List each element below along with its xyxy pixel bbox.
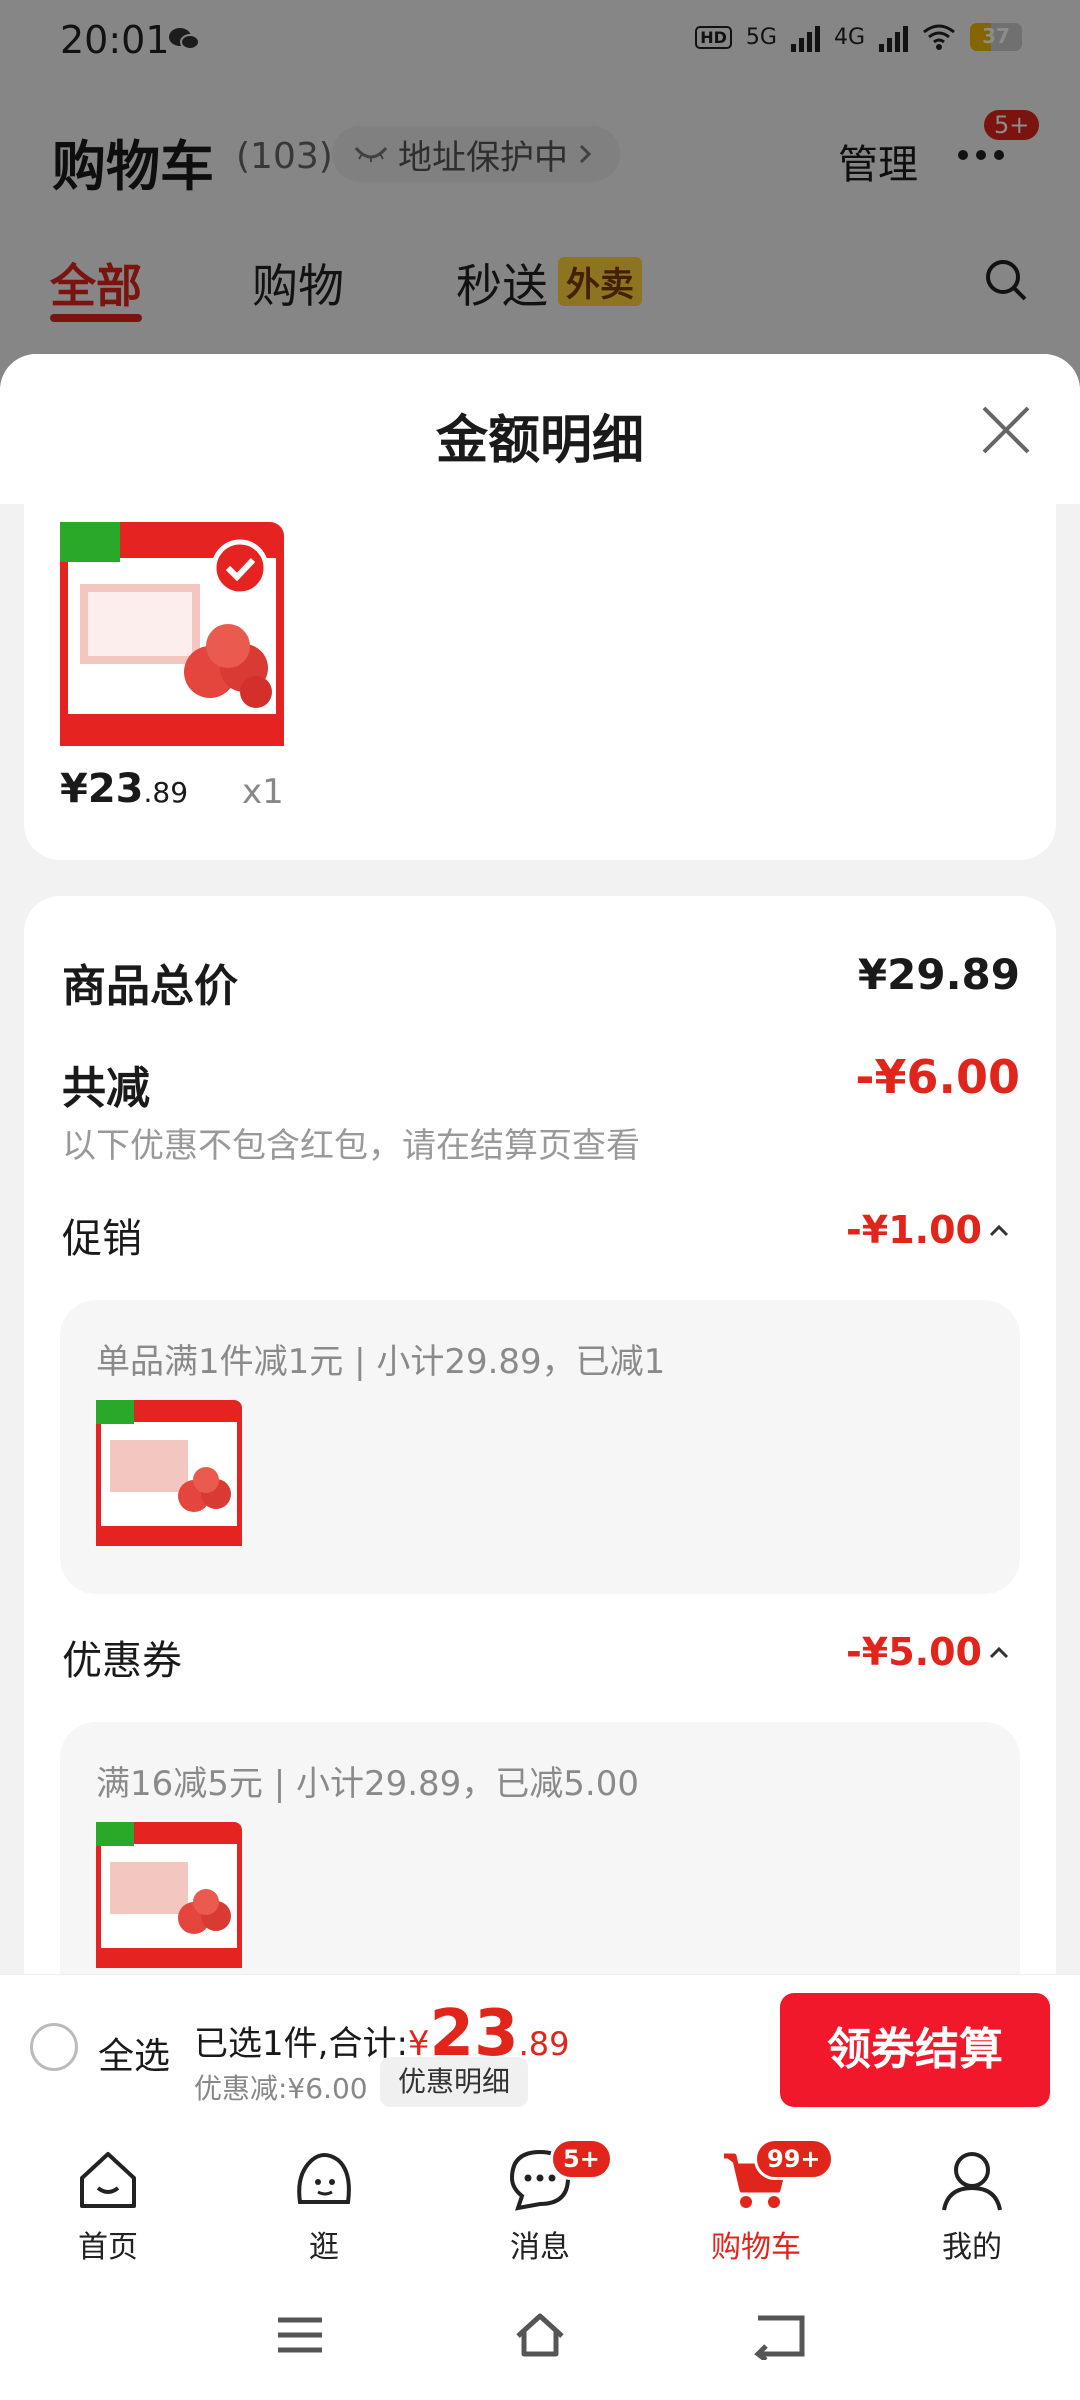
tab-profile[interactable]: 我的: [902, 2144, 1042, 2266]
coupon-detail-text: 满16减5元 | 小计29.89，已减5.00: [96, 1764, 640, 1804]
reduce-value: -¥6.00: [855, 1050, 1020, 1104]
messages-badge: 5+: [550, 2138, 613, 2180]
product-price: ¥23.89: [60, 766, 189, 812]
tab-browse[interactable]: 逛: [254, 2144, 394, 2266]
discount-note: 以下优惠不包含红包，请在结算页查看: [62, 1126, 640, 1166]
promo-label: 促销: [62, 1216, 142, 1262]
checkout-button[interactable]: 领券结算: [780, 1993, 1050, 2107]
total-value: ¥29.89: [857, 950, 1020, 999]
product-thumb[interactable]: [96, 1822, 242, 1968]
profile-icon: [942, 2152, 1002, 2211]
back-icon[interactable]: [752, 2310, 808, 2360]
chevron-up-icon: [989, 1224, 1009, 1237]
promo-detail-box: 单品满1件减1元 | 小计29.89，已减1: [60, 1300, 1020, 1594]
discount-summary: 优惠减:¥6.00: [194, 2072, 368, 2105]
browse-icon: [297, 2153, 351, 2204]
select-all-radio[interactable]: [30, 2023, 78, 2071]
menu-icon[interactable]: [272, 2310, 328, 2360]
amount-detail-sheet: 金额明细 ¥23.89 x1 商品总价 ¥29.89 共减 -¥6.00 以下优…: [0, 354, 1080, 1974]
coupon-label: 优惠券: [62, 1638, 182, 1684]
chevron-up-icon: [989, 1646, 1009, 1659]
cart-badge: 99+: [754, 2138, 834, 2180]
reduce-label: 共减: [62, 1063, 150, 1114]
product-thumb[interactable]: [96, 1400, 242, 1546]
coupon-value: -¥5.00: [846, 1630, 982, 1674]
product-qty: x1: [242, 772, 284, 812]
select-all-label[interactable]: 全选: [98, 2027, 170, 2079]
tab-home[interactable]: 首页: [38, 2144, 178, 2266]
sheet-title: 金额明细: [435, 411, 644, 471]
bottom-tabbar: 首页 逛 消息 5+ 购物车 99+ 我的: [0, 2124, 1080, 2270]
discount-detail-button[interactable]: 优惠明细: [380, 2057, 529, 2107]
sheet-header: 金额明细: [0, 354, 1080, 504]
system-nav-bar: [0, 2270, 1080, 2400]
coupon-detail-box: 满16减5元 | 小计29.89，已减5.00: [60, 1722, 1020, 1974]
promo-value: -¥1.00: [846, 1208, 982, 1252]
tab-messages[interactable]: 消息 5+: [470, 2138, 613, 2266]
home-icon: [80, 2152, 136, 2208]
tab-cart[interactable]: 购物车 99+: [686, 2138, 834, 2266]
price-breakdown-card: 商品总价 ¥29.89 共减 -¥6.00 以下优惠不包含红包，请在结算页查看 …: [24, 896, 1056, 1974]
promo-toggle[interactable]: -¥1.00: [846, 1208, 1010, 1252]
close-icon[interactable]: [980, 404, 1032, 456]
checkout-bar: 全选 已选1件,合计:¥23.89 优惠减:¥6.00 优惠明细 领券结算: [0, 1974, 1080, 2124]
product-image-apple-box[interactable]: [60, 522, 284, 746]
promo-detail-text: 单品满1件减1元 | 小计29.89，已减1: [96, 1342, 666, 1382]
coupon-toggle[interactable]: -¥5.00: [846, 1630, 1010, 1674]
total-label: 商品总价: [62, 961, 238, 1012]
nav-home-icon[interactable]: [512, 2310, 568, 2360]
product-card: ¥23.89 x1: [24, 504, 1056, 860]
